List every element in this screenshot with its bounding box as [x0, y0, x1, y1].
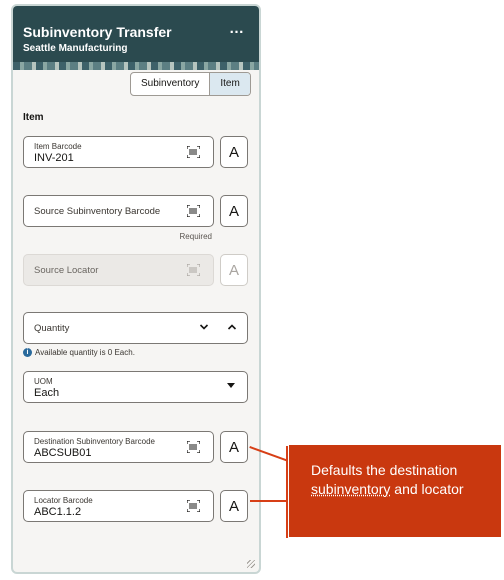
destination-subinventory-field[interactable]: Destination Subinventory Barcode ABCSUB0…: [23, 431, 214, 463]
app-header: Subinventory Transfer Seattle Manufactur…: [13, 6, 259, 70]
item-barcode-text-entry-button[interactable]: A: [220, 136, 248, 168]
callout-line-2: and locator: [390, 481, 464, 497]
locator-barcode-field[interactable]: Locator Barcode ABC1.1.2: [23, 490, 214, 522]
barcode-scan-icon[interactable]: [187, 441, 200, 453]
source-locator-placeholder: Source Locator: [34, 265, 99, 276]
segment-subinventory-button[interactable]: Subinventory: [131, 73, 209, 95]
callout-line-1: Defaults the destination: [311, 462, 458, 478]
quantity-field[interactable]: Quantity: [23, 312, 248, 344]
organization-subtitle: Seattle Manufacturing: [23, 43, 128, 54]
destination-subinventory-label: Destination Subinventory Barcode: [34, 437, 155, 446]
quantity-info-message: i Available quantity is 0 Each.: [23, 348, 135, 357]
page-title: Subinventory Transfer: [23, 24, 172, 40]
callout-bracket: [286, 446, 288, 538]
info-icon: i: [23, 348, 32, 357]
uom-value: Each: [34, 387, 60, 399]
uom-label: UOM: [34, 377, 53, 386]
chevron-down-icon[interactable]: [199, 322, 209, 332]
source-locator-field: Source Locator: [23, 254, 214, 286]
uom-select[interactable]: UOM Each: [23, 371, 248, 403]
item-barcode-value: INV-201: [34, 152, 74, 164]
destination-subinventory-text-entry-button[interactable]: A: [220, 431, 248, 463]
barcode-scan-icon: [187, 264, 200, 276]
callout-underlined-word: subinventory: [311, 481, 391, 497]
source-subinventory-text-entry-button[interactable]: A: [220, 195, 248, 227]
transfer-mode-toggle: Subinventory Item: [130, 72, 251, 96]
destination-subinventory-value: ABCSUB01: [34, 447, 92, 459]
dropdown-caret-icon: [227, 383, 235, 388]
barcode-scan-icon[interactable]: [187, 146, 200, 158]
section-title: Item: [23, 112, 44, 123]
barcode-scan-icon[interactable]: [187, 500, 200, 512]
mobile-app-frame: Subinventory Transfer Seattle Manufactur…: [11, 4, 261, 574]
source-subinventory-field[interactable]: Source Subinventory Barcode: [23, 195, 214, 227]
more-options-icon[interactable]: …: [229, 20, 245, 37]
header-decoration: [13, 62, 259, 70]
required-helper-text: Required: [179, 232, 212, 241]
locator-barcode-value: ABC1.1.2: [34, 506, 82, 518]
resize-grip-icon[interactable]: [247, 560, 255, 568]
source-subinventory-placeholder: Source Subinventory Barcode: [34, 206, 161, 217]
source-locator-text-entry-button: A: [220, 254, 248, 286]
barcode-scan-icon[interactable]: [187, 205, 200, 217]
segment-item-button[interactable]: Item: [209, 73, 250, 95]
annotation-callout: Defaults the destination subinventory an…: [289, 445, 501, 537]
chevron-up-icon[interactable]: [227, 322, 237, 332]
callout-connector-lower: [250, 500, 286, 502]
locator-barcode-text-entry-button[interactable]: A: [220, 490, 248, 522]
item-barcode-field[interactable]: Item Barcode INV-201: [23, 136, 214, 168]
item-barcode-label: Item Barcode: [34, 142, 82, 151]
quantity-placeholder: Quantity: [34, 323, 70, 334]
quantity-info-text: Available quantity is 0 Each.: [35, 348, 135, 357]
locator-barcode-label: Locator Barcode: [34, 496, 93, 505]
